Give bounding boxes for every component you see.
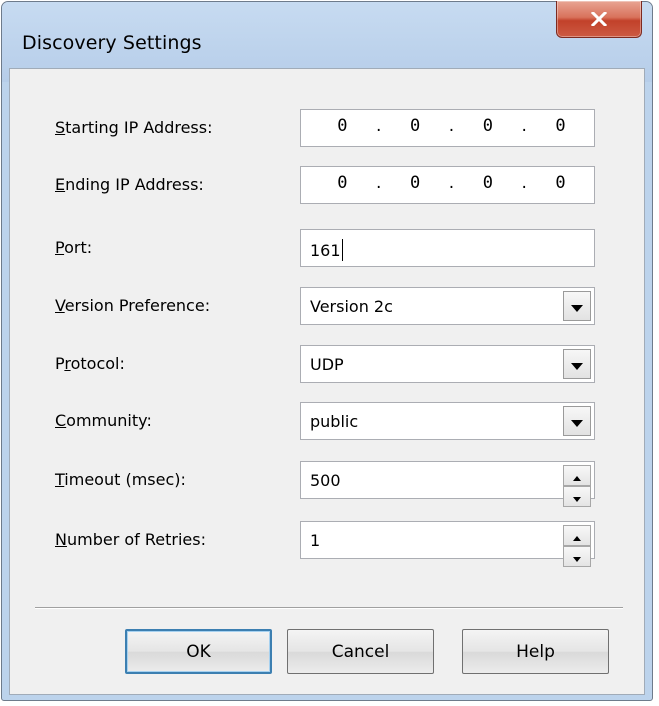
- ip-octet[interactable]: 0: [410, 116, 420, 136]
- spin-up-icon: [573, 526, 581, 545]
- dialog-window: Discovery Settings Starting IP Address: …: [1, 1, 653, 701]
- timeout-value: 500: [310, 471, 341, 490]
- spin-down-icon: [573, 547, 581, 566]
- spin-up-icon: [573, 466, 581, 485]
- community-value: public: [310, 412, 359, 431]
- ip-dot: .: [521, 173, 527, 193]
- port-label: Port:: [55, 238, 93, 257]
- ip-octet[interactable]: 0: [483, 116, 493, 136]
- protocol-select[interactable]: UDP: [300, 345, 595, 383]
- chevron-down-icon: [571, 297, 583, 316]
- community-row: Community: public: [10, 402, 644, 442]
- retries-spinner: [563, 525, 591, 567]
- protocol-label: Protocol:: [55, 354, 125, 373]
- close-icon: [591, 12, 607, 26]
- ip-dot: .: [448, 116, 455, 136]
- cancel-button[interactable]: Cancel: [287, 629, 434, 674]
- timeout-spinbox[interactable]: 500: [300, 461, 595, 507]
- port-value: 161: [310, 239, 343, 261]
- timeout-label: Timeout (msec):: [55, 470, 186, 489]
- ip-dot: .: [376, 116, 382, 136]
- timeout-row: Timeout (msec): 500: [10, 461, 644, 507]
- community-label: Community:: [55, 411, 152, 430]
- button-separator: [35, 607, 623, 609]
- protocol-value: UDP: [310, 355, 344, 374]
- ip-octet[interactable]: 0: [410, 173, 420, 193]
- ip-dot: .: [376, 173, 382, 193]
- timeout-spinner: [563, 465, 591, 507]
- ip-octet[interactable]: 0: [483, 173, 493, 193]
- ending-ip-input[interactable]: 0 . 0 . 0 . 0: [300, 166, 595, 204]
- starting-ip-row: Starting IP Address: 0 . 0 . 0 . 0: [10, 109, 644, 149]
- ok-button[interactable]: OK: [125, 629, 272, 674]
- ip-octet[interactable]: 0: [337, 116, 347, 136]
- timeout-increment-button[interactable]: [563, 465, 591, 486]
- retries-spinbox[interactable]: 1: [300, 521, 595, 567]
- port-row: Port: 161: [10, 229, 644, 269]
- version-select[interactable]: Version 2c: [300, 287, 595, 325]
- retries-label: Number of Retries:: [55, 530, 206, 549]
- retries-row: Number of Retries: 1: [10, 521, 644, 567]
- retries-decrement-button[interactable]: [563, 546, 591, 567]
- ending-ip-row: Ending IP Address: 0 . 0 . 0 . 0: [10, 166, 644, 206]
- chevron-down-icon: [571, 412, 583, 431]
- ip-dot: .: [521, 116, 527, 136]
- retries-increment-button[interactable]: [563, 525, 591, 546]
- version-value: Version 2c: [310, 297, 393, 316]
- ip-octet[interactable]: 0: [555, 116, 565, 136]
- ip-dot: .: [448, 173, 455, 193]
- retries-value: 1: [310, 531, 321, 550]
- version-dropdown-button[interactable]: [563, 291, 591, 321]
- version-label: Version Preference:: [55, 296, 211, 315]
- close-button[interactable]: [556, 1, 642, 38]
- community-select[interactable]: public: [300, 402, 595, 440]
- chevron-down-icon: [571, 355, 583, 374]
- protocol-dropdown-button[interactable]: [563, 349, 591, 379]
- help-button[interactable]: Help: [462, 629, 609, 674]
- starting-ip-label: Starting IP Address:: [55, 118, 213, 137]
- ip-octet[interactable]: 0: [337, 173, 347, 193]
- window-title: Discovery Settings: [22, 32, 202, 54]
- protocol-row: Protocol: UDP: [10, 345, 644, 385]
- starting-ip-input[interactable]: 0 . 0 . 0 . 0: [300, 109, 595, 147]
- port-input[interactable]: 161: [300, 229, 595, 267]
- dialog-client-area: Starting IP Address: 0 . 0 . 0 . 0 Endin…: [9, 68, 645, 695]
- version-row: Version Preference: Version 2c: [10, 287, 644, 327]
- timeout-decrement-button[interactable]: [563, 486, 591, 507]
- community-dropdown-button[interactable]: [563, 406, 591, 436]
- ending-ip-label: Ending IP Address:: [55, 175, 204, 194]
- ip-octet[interactable]: 0: [555, 173, 565, 193]
- spin-down-icon: [573, 487, 581, 506]
